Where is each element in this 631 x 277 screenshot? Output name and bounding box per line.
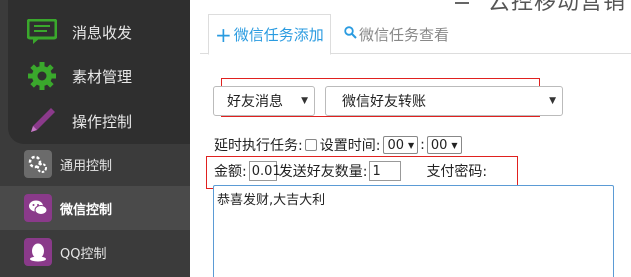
sidebar-item-label: 操作控制 (72, 112, 133, 131)
sidebar-item-wechat-control[interactable]: 微信控制 (0, 186, 190, 230)
select-value: 好友消息 (227, 94, 283, 110)
amount-label: 金额: (214, 164, 247, 180)
delay-label: 延时执行任务: (214, 138, 303, 154)
pay-password-label: 支付密码: (426, 164, 488, 180)
gear-icon (26, 60, 58, 92)
search-icon (344, 25, 357, 43)
qq-penguin-icon (24, 238, 52, 266)
time-separator: : (420, 137, 425, 153)
sidebar-item-label: 消息收发 (72, 23, 133, 42)
message-type-select[interactable]: 好友消息 ▼ (213, 86, 315, 116)
amount-input[interactable]: 0.01 (248, 161, 281, 181)
minute-select[interactable]: 00 ▼ (426, 136, 462, 154)
sidebar-item-label: 微信控制 (60, 202, 113, 218)
chevron-down-icon: ▼ (407, 140, 415, 150)
message-textarea[interactable]: 恭喜发财,大吉大利 (213, 185, 614, 277)
sidebar: 消息收发 素材管理 操作控制 通用控制 微信控制 QQ控制 (0, 0, 190, 277)
gears-icon (24, 150, 52, 178)
tab-label: 微信任务添加 (233, 26, 324, 44)
hour-select[interactable]: 00 ▼ (383, 136, 419, 154)
sidebar-item-label: 通用控制 (60, 158, 113, 174)
banner-dash (455, 2, 469, 4)
sidebar-item-label: 素材管理 (72, 67, 133, 86)
sidebar-item-general-control[interactable]: 通用控制 (0, 142, 190, 186)
chevron-down-icon: ▼ (549, 96, 556, 106)
hour-value: 00 (387, 137, 404, 153)
task-type-select[interactable]: 微信好友转账 ▼ (325, 86, 563, 116)
tab-bar: + 微信任务添加 微信任务查看 (200, 14, 631, 55)
delay-checkbox[interactable] (304, 139, 317, 151)
select-value: 微信好友转账 (342, 94, 426, 110)
set-time-label: 设置时间: (319, 138, 381, 154)
sidebar-item-materials[interactable]: 素材管理 (26, 58, 132, 94)
amount-row: 金额: 0.01 发送好友数量: 1 支付密码: (214, 161, 487, 181)
friend-count-label: 发送好友数量: (278, 164, 368, 180)
sidebar-item-label: QQ控制 (60, 246, 107, 262)
delay-row: 延时执行任务: 设置时间: 00 ▼ : 00 ▼ (214, 135, 462, 155)
tab-wechat-task-add[interactable]: + 微信任务添加 (208, 14, 331, 55)
friend-count-input[interactable]: 1 (369, 161, 402, 181)
pen-icon (26, 105, 58, 137)
wechat-icon (24, 194, 52, 222)
chevron-down-icon: ▼ (451, 140, 458, 150)
chevron-down-icon: ▼ (301, 96, 308, 106)
plus-icon: + (215, 22, 232, 47)
tab-wechat-task-view[interactable]: 微信任务查看 (344, 14, 449, 54)
sidebar-item-operation[interactable]: 操作控制 (26, 103, 132, 139)
tab-label: 微信任务查看 (359, 25, 450, 44)
minute-value: 00 (430, 137, 448, 153)
sidebar-item-qq-control[interactable]: QQ控制 (0, 230, 190, 274)
sidebar-item-message[interactable]: 消息收发 (26, 14, 132, 50)
chat-bubble-icon (26, 16, 58, 48)
